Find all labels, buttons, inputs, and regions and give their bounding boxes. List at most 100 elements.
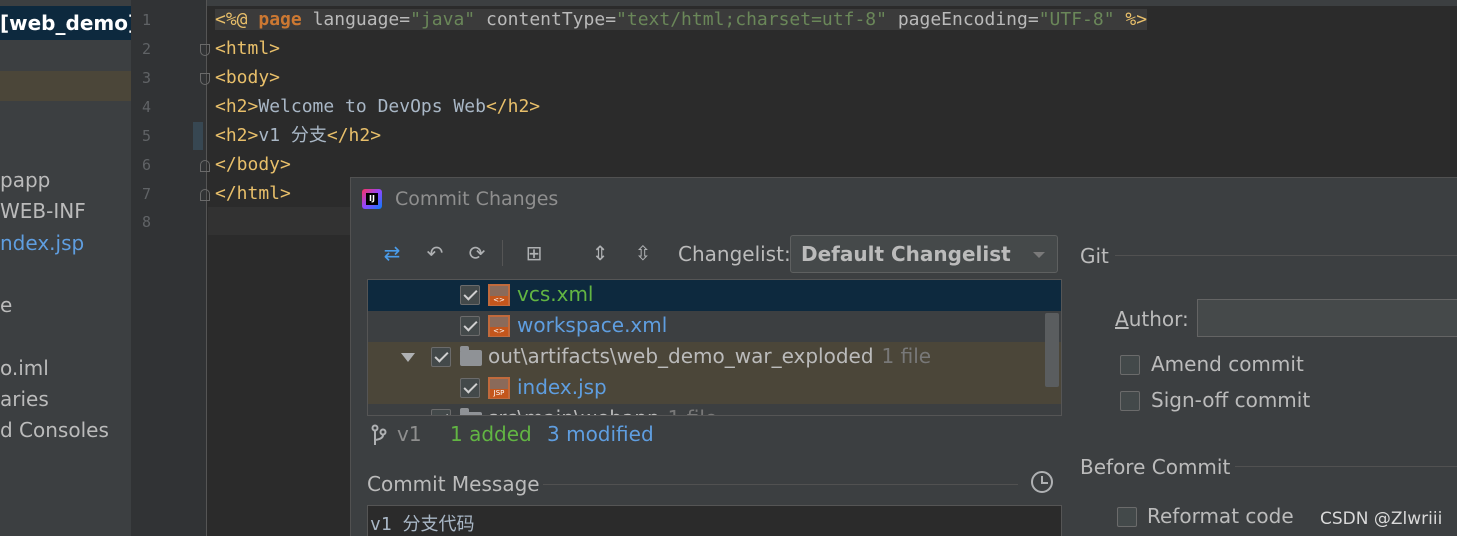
tree-item-consoles[interactable]: d Consoles bbox=[0, 416, 109, 444]
tree-item-web-inf[interactable]: WEB-INF bbox=[0, 197, 86, 225]
expand-all-icon[interactable]: ⇕ bbox=[587, 240, 613, 266]
line-number: 1 bbox=[141, 11, 151, 29]
show-diff-icon[interactable]: ⇄ bbox=[379, 240, 405, 266]
intellij-app-icon: IJ bbox=[362, 189, 382, 209]
attr-language: language= bbox=[312, 9, 411, 30]
code-line-3[interactable]: <body> bbox=[215, 64, 280, 92]
line-number: 4 bbox=[141, 98, 151, 116]
branch-icon bbox=[371, 424, 387, 445]
html-open-tag: <html> bbox=[215, 38, 281, 59]
code-line-4[interactable]: <h2>Welcome to DevOps Web</h2> bbox=[215, 93, 540, 121]
before-commit-section-title: Before Commit bbox=[1080, 455, 1231, 479]
changelist-label: Changelist: bbox=[678, 242, 791, 266]
changed-files-tree: vcs.xml workspace.xml out\artifacts\web_… bbox=[367, 279, 1062, 416]
h2-open-tag: <h2> bbox=[215, 96, 259, 117]
h2-open-tag: <h2> bbox=[215, 125, 259, 146]
folder-checkbox[interactable] bbox=[431, 347, 451, 367]
tree-item-libraries[interactable]: aries bbox=[0, 385, 49, 413]
value-language: "java" bbox=[410, 9, 476, 30]
reformat-code-checkbox[interactable] bbox=[1117, 507, 1137, 527]
tree-item-index-jsp[interactable]: ndex.jsp bbox=[0, 229, 84, 257]
code-line-6[interactable]: </body> bbox=[215, 151, 291, 179]
sign-off-commit-label[interactable]: Sign-off commit bbox=[1151, 388, 1310, 412]
refresh-icon[interactable]: ⟳ bbox=[464, 240, 490, 266]
commit-message-label: Commit Message bbox=[367, 472, 540, 496]
file-name: vcs.xml bbox=[517, 282, 594, 306]
editor-gutter: 1 2 3 4 5 6 7 8 bbox=[131, 0, 210, 536]
folder-row[interactable]: src\main\webapp 1 file bbox=[368, 404, 1061, 416]
directive-open: <%@ bbox=[215, 9, 259, 30]
html-close-tag: </html> bbox=[215, 183, 291, 204]
expand-arrow-icon[interactable] bbox=[401, 353, 415, 362]
code-line-7[interactable]: </html> bbox=[215, 180, 291, 208]
fold-marker-icon[interactable] bbox=[200, 44, 210, 56]
fold-marker-icon[interactable] bbox=[200, 73, 210, 85]
tree-item-iml[interactable]: o.iml bbox=[0, 354, 49, 382]
heading-text: v1 分支 bbox=[258, 125, 327, 146]
file-count: 1 file bbox=[668, 406, 718, 415]
changelist-dropdown[interactable]: Default Changelist bbox=[790, 235, 1058, 273]
folder-icon bbox=[460, 408, 482, 415]
commit-message-input[interactable]: v1 分支代码 bbox=[367, 505, 1062, 536]
rollback-icon[interactable]: ↶ bbox=[422, 240, 448, 266]
watermark: CSDN @Zlwriii bbox=[1320, 509, 1443, 529]
keyword-page: page bbox=[258, 9, 302, 30]
code-line-1[interactable]: <%@ page language="java" contentType="te… bbox=[215, 6, 1148, 34]
author-input[interactable] bbox=[1197, 299, 1457, 337]
folder-path: src\main\webapp bbox=[488, 406, 660, 415]
body-close-tag: </body> bbox=[215, 154, 291, 175]
expand-arrow-icon[interactable] bbox=[401, 415, 415, 416]
tree-scrollbar[interactable] bbox=[1045, 313, 1059, 387]
app-icon-text: IJ bbox=[366, 193, 378, 205]
sign-off-commit-checkbox[interactable] bbox=[1120, 391, 1140, 411]
reformat-code-label[interactable]: Reformat code bbox=[1147, 504, 1294, 528]
vcs-change-marker[interactable] bbox=[193, 122, 203, 150]
folder-name: src\main\webapp 1 file bbox=[488, 406, 718, 415]
file-count: 1 file bbox=[881, 344, 932, 368]
line-number: 8 bbox=[141, 213, 151, 231]
folder-name: out\artifacts\web_demo_war_exploded 1 fil… bbox=[488, 344, 931, 368]
collapse-all-icon[interactable]: ⇳ bbox=[630, 240, 656, 266]
tree-item-e[interactable]: e bbox=[0, 291, 12, 319]
amend-commit-checkbox[interactable] bbox=[1120, 355, 1140, 375]
folder-checkbox[interactable] bbox=[431, 409, 451, 415]
selected-tree-row[interactable] bbox=[0, 71, 131, 101]
code-line-5[interactable]: <h2>v1 分支</h2> bbox=[215, 122, 381, 150]
commit-changes-dialog: IJ Commit Changes ⇄ ↶ ⟳ ⊞ ⇕ ⇳ Changelist… bbox=[350, 177, 1457, 536]
changelist-value: Default Changelist bbox=[801, 242, 1011, 266]
directive-close: %> bbox=[1114, 9, 1148, 30]
git-section-title: Git bbox=[1080, 244, 1109, 268]
modified-count-link[interactable]: 3 modified bbox=[547, 422, 654, 446]
folder-row[interactable]: out\artifacts\web_demo_war_exploded 1 fil… bbox=[368, 342, 1061, 373]
commit-history-clock-icon[interactable] bbox=[1031, 471, 1053, 493]
jsp-file-icon bbox=[488, 377, 510, 399]
line-number: 7 bbox=[141, 185, 151, 203]
value-page-encoding: "UTF-8" bbox=[1038, 9, 1115, 30]
file-name: index.jsp bbox=[517, 375, 607, 399]
file-checkbox[interactable] bbox=[460, 316, 480, 336]
code-line-2[interactable]: <html> bbox=[215, 35, 280, 63]
project-root-node[interactable]: [web_demo] bbox=[0, 6, 131, 40]
body-open-tag: <body> bbox=[215, 67, 281, 88]
fold-marker-icon[interactable] bbox=[200, 160, 210, 172]
group-by-icon[interactable]: ⊞ bbox=[521, 240, 547, 266]
file-checkbox[interactable] bbox=[460, 285, 480, 305]
folder-path: out\artifacts\web_demo_war_exploded bbox=[488, 344, 874, 368]
file-row[interactable]: vcs.xml bbox=[368, 280, 1061, 311]
tree-item-webapp[interactable]: papp bbox=[0, 166, 50, 194]
file-checkbox[interactable] bbox=[460, 378, 480, 398]
fold-marker-icon[interactable] bbox=[200, 189, 210, 201]
file-row[interactable]: index.jsp bbox=[368, 373, 1061, 404]
separator-line bbox=[1235, 466, 1457, 467]
amend-commit-label[interactable]: Amend commit bbox=[1151, 352, 1304, 376]
file-row[interactable]: workspace.xml bbox=[368, 311, 1061, 342]
line-number: 5 bbox=[141, 127, 151, 145]
added-count-link[interactable]: 1 added bbox=[450, 422, 532, 446]
file-name: workspace.xml bbox=[517, 313, 668, 337]
h2-close-tag: </h2> bbox=[485, 96, 541, 117]
h2-close-tag: </h2> bbox=[326, 125, 382, 146]
folder-icon bbox=[460, 346, 482, 366]
